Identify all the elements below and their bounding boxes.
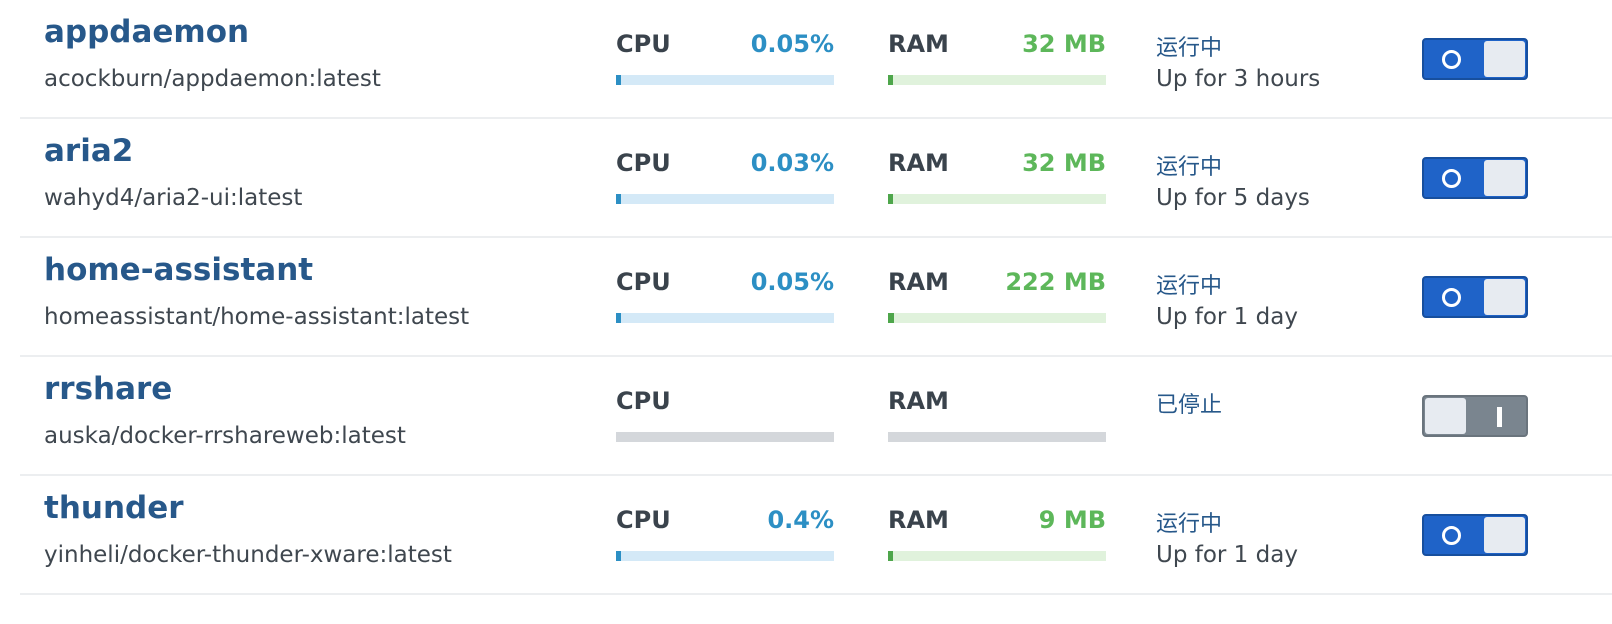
cpu-bar-fill — [616, 551, 622, 561]
cpu-meter: CPU — [616, 387, 834, 447]
cpu-value: 0.05% — [750, 30, 834, 58]
toggle-knob — [1484, 517, 1525, 553]
ram-value: 9 MB — [1038, 506, 1106, 534]
container-row[interactable]: home-assistant homeassistant/home-assist… — [20, 238, 1612, 357]
container-image: wahyd4/aria2-ui:latest — [44, 185, 303, 211]
ram-bar — [888, 432, 1106, 442]
uptime-text: Up for 1 day — [1156, 304, 1298, 330]
uptime-text: Up for 1 day — [1156, 542, 1298, 568]
container-name[interactable]: home-assistant — [44, 252, 313, 288]
cpu-bar-fill — [616, 75, 622, 85]
run-toggle[interactable] — [1422, 157, 1528, 199]
power-on-icon — [1442, 50, 1461, 69]
ram-label: RAM — [888, 30, 949, 58]
ram-label: RAM — [888, 387, 949, 415]
cpu-bar — [616, 432, 834, 442]
container-image: auska/docker-rrshareweb:latest — [44, 423, 406, 449]
run-toggle[interactable] — [1422, 395, 1528, 437]
power-on-icon — [1442, 288, 1461, 307]
uptime-text: Up for 3 hours — [1156, 66, 1321, 92]
container-list: appdaemon acockburn/appdaemon:latest CPU… — [0, 0, 1612, 624]
run-toggle[interactable] — [1422, 514, 1528, 556]
container-row[interactable]: aria2 wahyd4/aria2-ui:latest CPU 0.03% R… — [20, 119, 1612, 238]
ram-bar-fill — [888, 551, 894, 561]
ram-bar — [888, 75, 1106, 85]
cpu-label: CPU — [616, 268, 671, 296]
cpu-meter: CPU 0.4% — [616, 506, 834, 566]
power-on-icon — [1442, 169, 1461, 188]
ram-value: 222 MB — [1005, 268, 1106, 296]
cpu-label: CPU — [616, 506, 671, 534]
ram-meter: RAM 222 MB — [888, 268, 1106, 328]
cpu-bar — [616, 313, 834, 323]
cpu-bar — [616, 551, 834, 561]
cpu-value: 0.4% — [767, 506, 834, 534]
power-on-icon — [1442, 526, 1461, 545]
cpu-bar — [616, 194, 834, 204]
cpu-meter: CPU 0.05% — [616, 268, 834, 328]
cpu-meter: CPU 0.05% — [616, 30, 834, 90]
ram-label: RAM — [888, 268, 949, 296]
ram-bar — [888, 194, 1106, 204]
toggle-knob — [1425, 398, 1466, 434]
cpu-value: 0.03% — [750, 149, 834, 177]
container-row[interactable]: appdaemon acockburn/appdaemon:latest CPU… — [20, 0, 1612, 119]
status-text: 运行中 — [1156, 512, 1223, 537]
cpu-label: CPU — [616, 387, 671, 415]
cpu-label: CPU — [616, 30, 671, 58]
cpu-bar — [616, 75, 834, 85]
ram-bar-fill — [888, 75, 894, 85]
container-name[interactable]: thunder — [44, 490, 184, 526]
uptime-text: Up for 5 days — [1156, 185, 1310, 211]
container-image: acockburn/appdaemon:latest — [44, 66, 381, 92]
container-name[interactable]: aria2 — [44, 133, 133, 169]
cpu-bar-fill — [616, 194, 622, 204]
ram-label: RAM — [888, 506, 949, 534]
container-row[interactable]: rrshare auska/docker-rrshareweb:latest C… — [20, 357, 1612, 476]
ram-meter: RAM 32 MB — [888, 149, 1106, 209]
ram-bar — [888, 313, 1106, 323]
container-image: homeassistant/home-assistant:latest — [44, 304, 470, 330]
cpu-bar-fill — [616, 313, 622, 323]
power-off-icon — [1497, 407, 1502, 427]
cpu-label: CPU — [616, 149, 671, 177]
status-text: 运行中 — [1156, 274, 1223, 299]
toggle-knob — [1484, 160, 1525, 196]
container-row[interactable]: thunder yinheli/docker-thunder-xware:lat… — [20, 476, 1612, 595]
cpu-meter: CPU 0.03% — [616, 149, 834, 209]
run-toggle[interactable] — [1422, 276, 1528, 318]
toggle-knob — [1484, 41, 1525, 77]
cpu-value: 0.05% — [750, 268, 834, 296]
container-name[interactable]: rrshare — [44, 371, 172, 407]
status-text: 运行中 — [1156, 155, 1223, 180]
status-text: 已停止 — [1156, 393, 1223, 418]
status-text: 运行中 — [1156, 36, 1223, 61]
ram-label: RAM — [888, 149, 949, 177]
ram-meter: RAM — [888, 387, 1106, 447]
ram-value: 32 MB — [1022, 30, 1106, 58]
ram-bar-fill — [888, 313, 894, 323]
ram-bar-fill — [888, 194, 894, 204]
container-image: yinheli/docker-thunder-xware:latest — [44, 542, 452, 568]
ram-meter: RAM 32 MB — [888, 30, 1106, 90]
container-name[interactable]: appdaemon — [44, 14, 249, 50]
run-toggle[interactable] — [1422, 38, 1528, 80]
ram-value: 32 MB — [1022, 149, 1106, 177]
ram-bar — [888, 551, 1106, 561]
toggle-knob — [1484, 279, 1525, 315]
ram-meter: RAM 9 MB — [888, 506, 1106, 566]
